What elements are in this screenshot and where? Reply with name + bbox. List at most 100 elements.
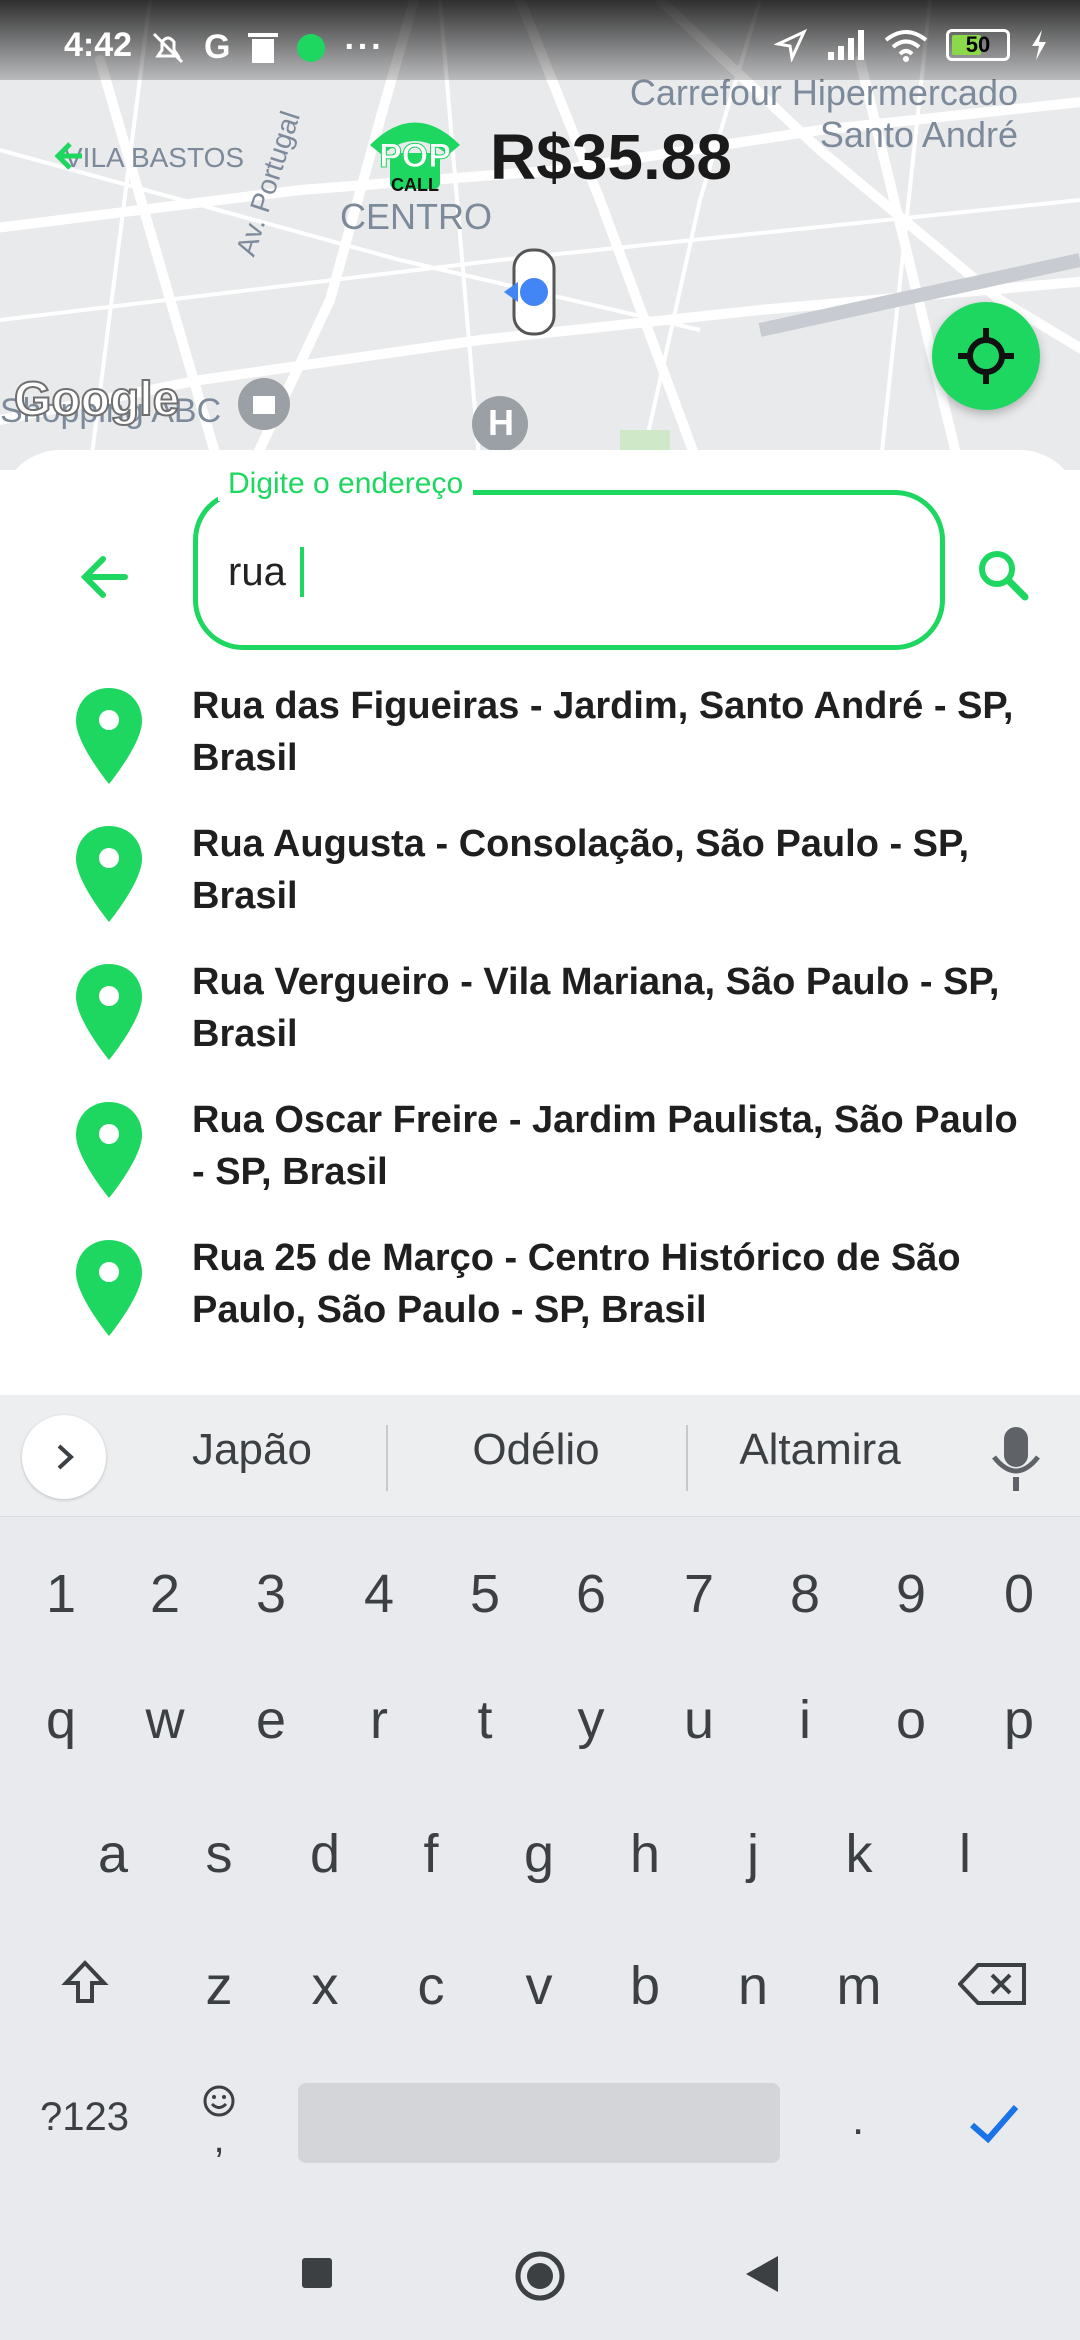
key-5[interactable]: 5: [440, 1563, 530, 1625]
chevron-right-icon: [57, 1444, 74, 1470]
location-arrow-icon: [774, 28, 808, 62]
key-f[interactable]: f: [386, 1823, 476, 1885]
key-l[interactable]: l: [920, 1823, 1010, 1885]
search-sheet: Digite o endereço rua Rua das Figueiras …: [0, 450, 1080, 1395]
key-e[interactable]: e: [226, 1689, 316, 1751]
key-c[interactable]: c: [386, 1955, 476, 2017]
result-address: Rua das Figueiras - Jardim, Santo André …: [192, 685, 1014, 779]
key-9[interactable]: 9: [866, 1563, 956, 1625]
key-r[interactable]: r: [334, 1689, 424, 1751]
key-m[interactable]: m: [814, 1955, 904, 2017]
result-address: Rua 25 de Março - Centro Histórico de Sã…: [192, 1237, 961, 1331]
key-8[interactable]: 8: [760, 1563, 850, 1625]
key-d[interactable]: d: [280, 1823, 370, 1885]
result-address: Rua Augusta - Consolação, São Paulo - SP…: [192, 823, 970, 917]
suggestion-2[interactable]: Odélio: [396, 1425, 676, 1475]
back-nav-icon[interactable]: [744, 2254, 780, 2294]
location-pin-icon: [76, 1102, 142, 1198]
signal-icon: [828, 30, 864, 60]
key-i[interactable]: i: [760, 1689, 850, 1751]
key-2[interactable]: 2: [120, 1563, 210, 1625]
key-7[interactable]: 7: [654, 1563, 744, 1625]
key-q[interactable]: q: [16, 1689, 106, 1751]
crosshair-icon: [958, 328, 1014, 384]
emoji-comma-key[interactable]: ,: [196, 2083, 242, 2159]
space-key[interactable]: [298, 2083, 780, 2163]
location-pin-icon: [76, 826, 142, 922]
text-cursor: [299, 547, 304, 597]
more-dots-icon: ···: [344, 28, 385, 66]
emoji-icon: [203, 2085, 235, 2117]
suggestion-divider: [386, 1425, 388, 1491]
soft-keyboard: Japão Odélio Altamira 1 2 3 4 5 6 7 8 9 …: [0, 1395, 1080, 2210]
key-v[interactable]: v: [494, 1955, 584, 2017]
list-item[interactable]: Rua Augusta - Consolação, São Paulo - SP…: [0, 818, 1080, 956]
location-pin-icon: [76, 688, 142, 784]
wifi-icon: [884, 30, 928, 62]
arrow-back-icon: [80, 556, 128, 598]
key-t[interactable]: t: [440, 1689, 530, 1751]
shift-icon[interactable]: [60, 1957, 110, 2007]
key-s[interactable]: s: [174, 1823, 264, 1885]
map-label-centro: CENTRO: [340, 196, 492, 237]
result-address: Rua Oscar Freire - Jardim Paulista, São …: [192, 1099, 1018, 1193]
charging-icon: [1032, 30, 1046, 60]
google-logo: Google: [13, 372, 180, 427]
pop-call-logo: POP CALL: [360, 105, 470, 200]
key-k[interactable]: k: [814, 1823, 904, 1885]
key-u[interactable]: u: [654, 1689, 744, 1751]
search-field-label: Digite o endereço: [218, 467, 474, 501]
key-a[interactable]: a: [68, 1823, 158, 1885]
address-search-field[interactable]: Digite o endereço rua: [193, 467, 945, 650]
list-item[interactable]: Rua das Figueiras - Jardim, Santo André …: [0, 680, 1080, 818]
key-1[interactable]: 1: [16, 1563, 106, 1625]
list-item[interactable]: Rua Oscar Freire - Jardim Paulista, São …: [0, 1094, 1080, 1232]
key-6[interactable]: 6: [546, 1563, 636, 1625]
logo-text-pop: POP: [379, 137, 452, 176]
list-item[interactable]: Rua 25 de Março - Centro Histórico de Sã…: [0, 1232, 1080, 1370]
back-button[interactable]: [70, 542, 140, 612]
location-pin-icon: [76, 1240, 142, 1336]
key-h[interactable]: h: [600, 1823, 690, 1885]
search-input-value[interactable]: rua: [228, 550, 286, 595]
key-4[interactable]: 4: [334, 1563, 424, 1625]
locate-me-button[interactable]: [932, 302, 1040, 410]
period-key[interactable]: .: [852, 2095, 864, 2145]
backspace-icon[interactable]: [958, 1961, 1028, 2007]
key-w[interactable]: w: [120, 1689, 210, 1751]
battery-level: 50: [965, 32, 991, 57]
key-3[interactable]: 3: [226, 1563, 316, 1625]
suggestion-1[interactable]: Japão: [112, 1425, 392, 1475]
key-n[interactable]: n: [708, 1955, 798, 2017]
recent-apps-icon[interactable]: [300, 2256, 334, 2290]
map-label-hospital: H: [488, 402, 514, 443]
checkmark-icon[interactable]: [966, 2095, 1022, 2151]
location-pin-icon: [76, 964, 142, 1060]
key-g[interactable]: g: [494, 1823, 584, 1885]
mute-icon: [152, 32, 184, 63]
battery-icon: 50: [946, 29, 1010, 61]
home-icon[interactable]: [514, 2250, 566, 2302]
status-time: 4:42: [64, 26, 133, 64]
key-z[interactable]: z: [174, 1955, 264, 2017]
suggestion-3[interactable]: Altamira: [680, 1425, 960, 1475]
key-x[interactable]: x: [280, 1955, 370, 2017]
navigation-bar: [0, 2210, 1080, 2340]
microphone-icon[interactable]: [986, 1423, 1046, 1493]
key-0[interactable]: 0: [974, 1563, 1064, 1625]
key-o[interactable]: o: [866, 1689, 956, 1751]
expand-toolbar-button[interactable]: [22, 1415, 106, 1499]
logo-text-call: CALL: [391, 175, 439, 195]
key-p[interactable]: p: [974, 1689, 1064, 1751]
key-y[interactable]: y: [546, 1689, 636, 1751]
key-j[interactable]: j: [708, 1823, 798, 1885]
key-b[interactable]: b: [600, 1955, 690, 2017]
ride-price: R$35.88: [490, 121, 732, 193]
map-back-arrow-icon[interactable]: [52, 136, 92, 176]
status-bar: 4:42 G ··· 50: [0, 0, 1080, 80]
list-item[interactable]: Rua Vergueiro - Vila Mariana, São Paulo …: [0, 956, 1080, 1094]
symbols-key[interactable]: ?123: [40, 2095, 129, 2140]
pop-app-icon: [297, 33, 326, 62]
search-button[interactable]: [968, 540, 1038, 610]
search-icon: [979, 551, 1029, 601]
